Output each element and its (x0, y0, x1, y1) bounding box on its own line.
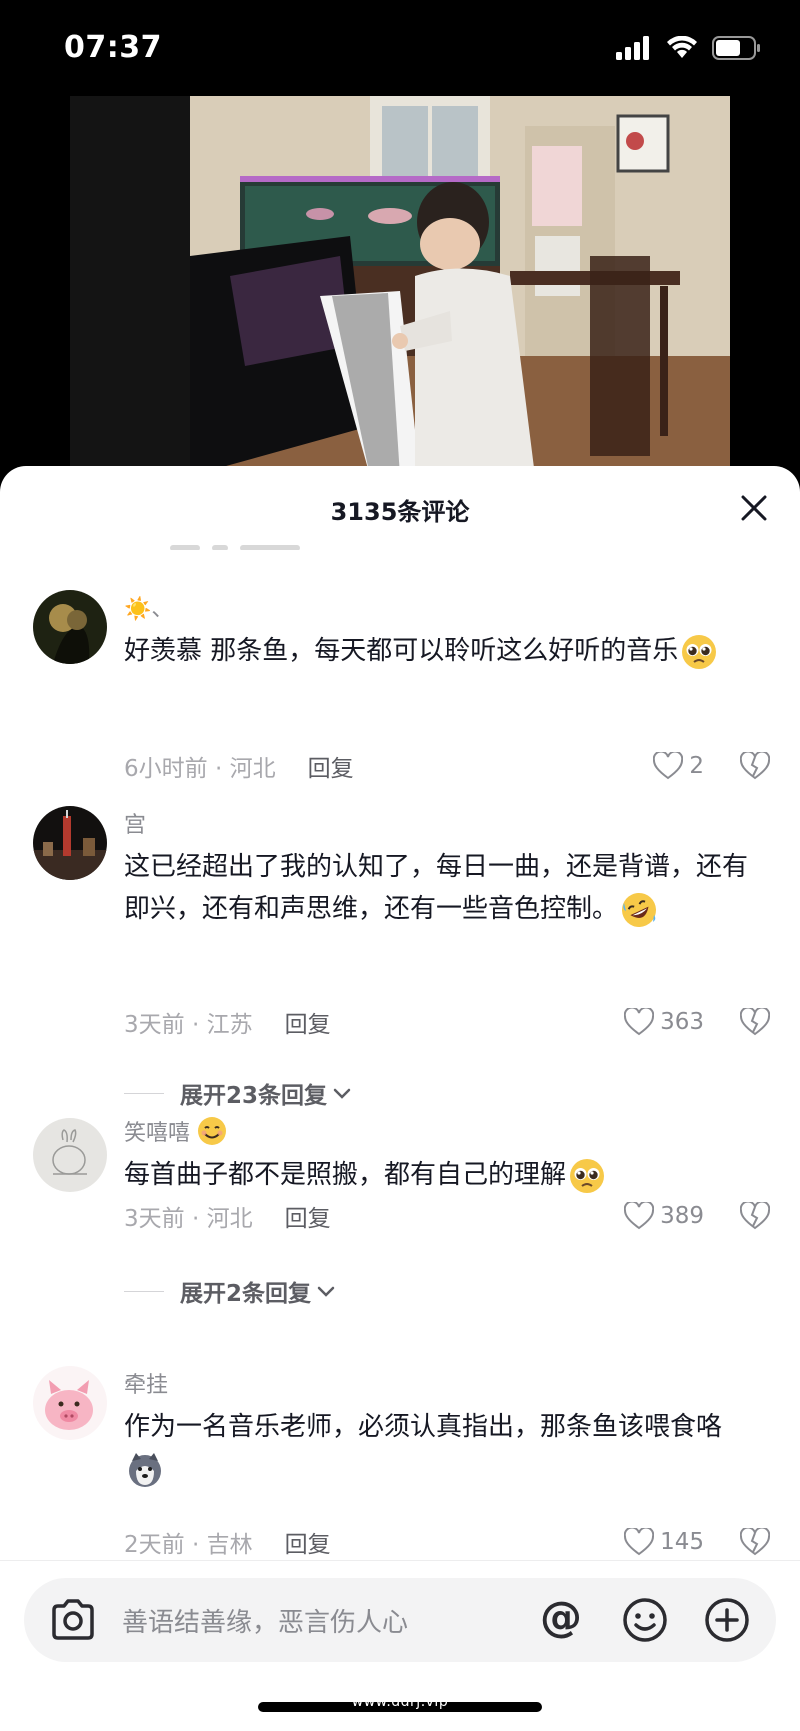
dislike-icon[interactable] (740, 1202, 770, 1230)
comment-text: 作为一名音乐老师，必须认真指出，那条鱼该喂食咯 (124, 1406, 760, 1490)
sheet-header: 3135条评论 (0, 466, 800, 550)
heart-icon (624, 1202, 655, 1230)
like-count: 389 (660, 1203, 704, 1229)
dislike-icon[interactable] (740, 752, 770, 780)
comment-author[interactable]: 牵挂 (124, 1366, 760, 1400)
like-count: 2 (689, 753, 704, 779)
comment-count-title: 3135条评论 (330, 498, 470, 526)
smiling-face-icon (198, 1117, 227, 1145)
dislike-icon[interactable] (740, 1008, 770, 1036)
heart-icon (653, 752, 684, 780)
avatar[interactable] (33, 1366, 107, 1440)
comment-time-location: 6小时前 · 河北 (124, 756, 276, 782)
status-time: 07:37 (64, 30, 162, 65)
comment-text: 每首曲子都不是照搬，都有自己的理解 (124, 1154, 760, 1196)
chevron-down-icon (317, 1286, 335, 1297)
input-divider (0, 1560, 800, 1561)
pleading-face-icon (570, 1158, 605, 1193)
husky-face-icon (129, 1452, 161, 1487)
pleading-face-icon (682, 634, 717, 669)
comment-time-location: 3天前 · 江苏 (124, 1012, 253, 1038)
watermark: www.ddrj.vip (351, 1694, 449, 1710)
avatar[interactable] (33, 806, 107, 880)
expand-divider (124, 1092, 164, 1094)
comment-author[interactable]: ☀️、 (124, 590, 760, 624)
camera-icon[interactable] (50, 1598, 96, 1640)
like-button[interactable]: 145 (624, 1528, 704, 1556)
chevron-down-icon (333, 1088, 351, 1099)
expand-replies-label: 展开2条回复 (180, 1281, 312, 1307)
dislike-icon[interactable] (740, 1528, 770, 1556)
status-icons (616, 36, 762, 60)
comment-time-location: 2天前 · 吉林 (124, 1532, 253, 1558)
emoji-icon[interactable] (622, 1597, 668, 1643)
comment-input-placeholder[interactable]: 善语结善缘，恶言伤人心 (122, 1602, 408, 1639)
avatar[interactable] (33, 590, 107, 664)
heart-icon (624, 1008, 655, 1036)
scrolled-previous-text (170, 536, 370, 550)
battery-icon (712, 36, 760, 60)
reply-button[interactable]: 回复 (285, 1199, 331, 1233)
comment-meta: 2天前 · 吉林 回复 145 (124, 1522, 800, 1562)
expand-replies-button[interactable]: 展开2条回复 (124, 1274, 337, 1308)
like-button[interactable]: 389 (624, 1202, 704, 1230)
comment-time-location: 3天前 · 河北 (124, 1206, 253, 1232)
comment-meta: 3天前 · 河北 回复 389 (124, 1196, 800, 1236)
video-player[interactable] (70, 96, 730, 476)
video-frame-image (70, 96, 730, 476)
status-bar: 07:37 (0, 0, 800, 96)
reply-button[interactable]: 回复 (308, 749, 354, 783)
comment-author[interactable]: 宫 (124, 806, 760, 840)
comment-text: 好羡慕 那条鱼，每天都可以聆听这么好听的音乐 (124, 630, 760, 672)
comment-meta: 3天前 · 江苏 回复 363 (124, 1002, 800, 1042)
reply-button[interactable]: 回复 (285, 1525, 331, 1559)
expand-divider (124, 1290, 164, 1292)
comment-author[interactable]: 笑嘻嘻 (124, 1114, 760, 1148)
comment-sheet: 3135条评论 ☀️、 好羡慕 那条鱼，每天都可以聆听这么好听的音乐 6小时前 … (0, 466, 800, 1731)
like-button[interactable]: 2 (653, 752, 704, 780)
mention-button[interactable]: @ (540, 1592, 582, 1641)
wifi-icon (667, 36, 697, 58)
expand-replies-button[interactable]: 展开23条回复 (124, 1076, 353, 1110)
comment-meta: 6小时前 · 河北 回复 2 (124, 746, 800, 786)
cellular-signal-icon (616, 36, 649, 60)
avatar[interactable] (33, 1118, 107, 1192)
comment-text: 这已经超出了我的认知了，每日一曲，还是背谱，还有即兴，还有和声思维，还有一些音色… (124, 846, 760, 930)
comment-input-bar[interactable]: 善语结善缘，恶言伤人心 @ (24, 1578, 776, 1662)
rofl-face-icon (622, 892, 657, 927)
like-count: 145 (660, 1529, 704, 1555)
like-count: 363 (660, 1009, 704, 1035)
close-icon[interactable] (738, 492, 770, 524)
like-button[interactable]: 363 (624, 1008, 704, 1036)
expand-replies-label: 展开23条回复 (180, 1083, 328, 1109)
reply-button[interactable]: 回复 (285, 1005, 331, 1039)
heart-icon (624, 1528, 655, 1556)
plus-icon[interactable] (704, 1597, 750, 1643)
